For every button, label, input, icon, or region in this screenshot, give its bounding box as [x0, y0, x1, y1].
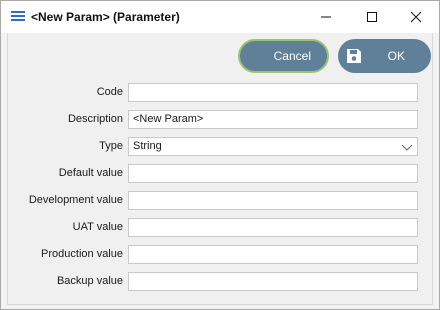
title-bar[interactable]: <New Param> (Parameter) [1, 1, 439, 33]
window-title: <New Param> (Parameter) [31, 10, 180, 24]
uat-value-label: UAT value [72, 221, 123, 233]
description-field[interactable]: <New Param> [128, 110, 418, 129]
ok-button[interactable]: OK [338, 39, 431, 73]
chevron-down-icon[interactable] [401, 142, 413, 152]
close-button[interactable] [393, 1, 439, 33]
save-icon [347, 49, 361, 63]
type-select[interactable]: String [128, 137, 418, 156]
development-value-label: Development value [28, 194, 123, 206]
production-value-field[interactable] [128, 245, 418, 264]
development-value-field[interactable] [128, 191, 418, 210]
maximize-icon [367, 12, 377, 22]
uat-value-field[interactable] [128, 218, 418, 237]
type-label: Type [99, 140, 123, 152]
minimize-icon [321, 16, 331, 18]
code-field[interactable] [128, 83, 418, 102]
production-value-label: Production value [41, 248, 123, 260]
description-label: Description [67, 113, 123, 125]
maximize-button[interactable] [349, 1, 395, 33]
menu-lines-icon[interactable] [11, 11, 25, 23]
cancel-button[interactable]: Cancel [238, 39, 329, 73]
type-select-value: String [133, 140, 162, 152]
backup-value-field[interactable] [128, 272, 418, 291]
close-icon [410, 11, 422, 23]
default-value-field[interactable] [128, 164, 418, 183]
code-label: Code [96, 86, 123, 98]
dialog-window: <New Param> (Parameter) Cancel OK Code D… [0, 0, 440, 310]
minimize-button[interactable] [303, 1, 349, 33]
ok-button-label: OK [387, 49, 405, 63]
cancel-button-label: Cancel [273, 49, 311, 63]
backup-value-label: Backup value [56, 275, 123, 287]
default-value-label: Default value [58, 167, 123, 179]
